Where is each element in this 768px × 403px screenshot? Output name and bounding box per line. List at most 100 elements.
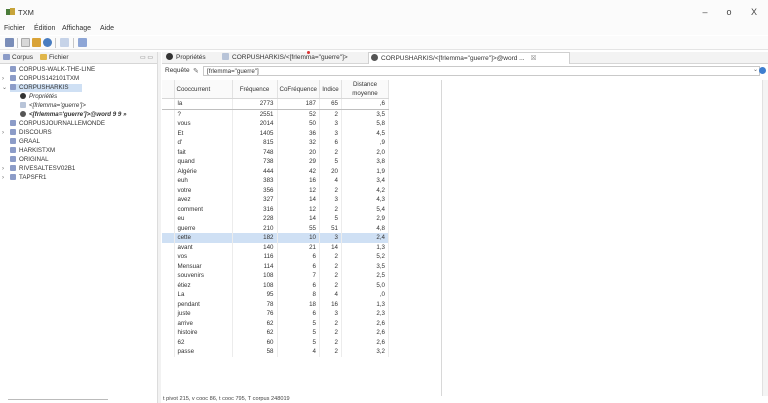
tree-item-original[interactable]: ORIGINAL: [10, 156, 150, 164]
table-row[interactable]: souvenirs 108 7 2 2,5: [162, 271, 389, 281]
tree-item-corpusjournallemonde[interactable]: CORPUSJOURNALLEMONDE: [10, 120, 150, 128]
column-header-frequence[interactable]: Fréquence: [232, 80, 278, 99]
tree-item-tapsfr1[interactable]: › TAPSFR1: [2, 174, 150, 182]
cell-cooccurrent: souvenirs: [174, 271, 233, 281]
new-file-icon[interactable]: [21, 38, 30, 47]
expand-arrow-icon[interactable]: ›: [2, 174, 8, 182]
cell-cofrequence: 6: [277, 261, 320, 271]
row-gutter: [162, 128, 175, 138]
corpus-icon: [10, 75, 16, 81]
table-tool-icon[interactable]: [60, 38, 69, 47]
query-history-dropdown-icon[interactable]: ⌄: [753, 66, 758, 73]
corpus-icon: [10, 120, 16, 126]
tree-item-corpus-walk-the-line[interactable]: CORPUS-WALK-THE-LINE: [10, 66, 150, 74]
expand-arrow-icon[interactable]: ›: [2, 75, 8, 83]
cell-indice: 2: [319, 337, 342, 347]
corpus-icon: [10, 147, 16, 153]
cell-cooccurrent: fait: [174, 147, 233, 157]
column-header-cooccurrent[interactable]: Cooccurrent: [174, 80, 233, 99]
cell-distance: 2,6: [341, 318, 389, 328]
tree-item-graal[interactable]: GRAAL: [10, 138, 150, 146]
cell-cooccurrent: Et: [174, 128, 233, 138]
row-gutter: [162, 299, 175, 309]
menu-edition[interactable]: Édition: [34, 25, 55, 32]
table-row[interactable]: la 2773 187 65,6: [162, 98, 389, 110]
menu-aide[interactable]: Aide: [100, 25, 114, 32]
row-number-header: [162, 80, 175, 99]
cell-distance: 4,5: [341, 128, 389, 138]
tree-item-corpus142101txm[interactable]: › CORPUS142101TXM: [2, 75, 150, 83]
expand-arrow-icon[interactable]: ›: [2, 165, 8, 173]
panel-splitter[interactable]: [157, 52, 161, 403]
table-row[interactable]: vous 2014 50 3 5,8: [162, 119, 389, 129]
table-row[interactable]: comment 316 12 2 5,4: [162, 204, 389, 214]
corpus-tool-icon[interactable]: [5, 38, 14, 47]
table-row[interactable]: avez 327 14 3 4,3: [162, 195, 389, 205]
minimize-button[interactable]: –: [697, 6, 713, 18]
maximize-button[interactable]: o: [721, 6, 737, 18]
query-assistant-icon[interactable]: ✎: [193, 67, 199, 75]
corpus-icon: [10, 174, 16, 180]
column-header-indice[interactable]: Indice: [319, 80, 342, 99]
toolbar-separator: [73, 38, 74, 48]
close-button[interactable]: X: [746, 6, 762, 18]
table-row[interactable]: pendant 78 18 16 1,3: [162, 299, 389, 309]
tree-item-cooccurrences[interactable]: <[frlemma='guerre']>@word 9 9 »: [20, 111, 157, 119]
tree-item-concordance[interactable]: <[frlemma='guerre']>: [20, 102, 140, 110]
table-row[interactable]: eu 228 14 5 2,9: [162, 214, 389, 224]
column-header-distance[interactable]: Distance moyenne: [341, 80, 389, 99]
tree-item-proprietes[interactable]: Propriétés: [20, 93, 140, 101]
tab-concordance[interactable]: CORPUSHARKIS/<[frlemma="guerre"]>: [220, 52, 365, 64]
table-row[interactable]: 62 60 5 2 2,6: [162, 337, 389, 347]
tree-item-rivesaltesv02b1[interactable]: › RIVESALTESV02B1: [2, 165, 150, 173]
table-row[interactable]: juste 76 6 3 2,3: [162, 309, 389, 319]
table-row[interactable]: Algérie 444 42 20 1,9: [162, 166, 389, 176]
corpus-icon: [3, 54, 10, 60]
tree-item-harkistxm[interactable]: HARKISTXM: [10, 147, 150, 155]
cooccurrence-icon: [371, 54, 378, 61]
open-folder-icon[interactable]: [32, 38, 41, 47]
tree-item-label: <[frlemma='guerre']>: [29, 102, 86, 109]
table-row[interactable]: fait 748 20 2 2,0: [162, 147, 389, 157]
column-header-cofrequence[interactable]: CoFréquence: [277, 80, 320, 99]
table-row[interactable]: La 95 8 4,0: [162, 290, 389, 300]
query-input[interactable]: [203, 66, 760, 76]
expand-arrow-icon[interactable]: ›: [2, 129, 8, 137]
menu-fichier[interactable]: Fichier: [4, 25, 25, 32]
tab-proprietes[interactable]: Propriétés: [164, 52, 220, 64]
table-row[interactable]: arrive 62 5 2 2,6: [162, 318, 389, 328]
tree-item-corpusharkis[interactable]: ⌄ CORPUSHARKIS: [2, 84, 82, 92]
cell-distance: 5,2: [341, 252, 389, 262]
table-row[interactable]: votre 356 12 2 4,2: [162, 185, 389, 195]
table-row[interactable]: passe 58 4 2 3,2: [162, 347, 389, 357]
menu-affichage[interactable]: Affichage: [62, 25, 91, 32]
close-tab-icon[interactable]: ☒: [531, 55, 537, 62]
cell-cofrequence: 10: [277, 233, 320, 243]
tab-cooccurrences[interactable]: CORPUSHARKIS/<[frlemma="guerre"]>@word .…: [368, 52, 570, 64]
table-row[interactable]: ? 2551 52 2 3,5: [162, 109, 389, 119]
table-row[interactable]: euh 383 16 4 3,4: [162, 176, 389, 186]
import-tool-icon[interactable]: [78, 38, 87, 47]
cell-cooccurrent: pendant: [174, 299, 233, 309]
collapse-arrow-icon[interactable]: ⌄: [2, 84, 8, 92]
table-row[interactable]: étiez 108 6 2 5,0: [162, 280, 389, 290]
refresh-icon[interactable]: [43, 38, 52, 47]
table-row[interactable]: d' 815 32 6,9: [162, 138, 389, 148]
panel-window-controls[interactable]: ▭ ▭: [140, 54, 153, 61]
table-row[interactable]: Et 1405 36 3 4,5: [162, 128, 389, 138]
table-row[interactable]: quand 738 29 5 3,8: [162, 157, 389, 167]
table-row[interactable]: avant 140 21 14 1,3: [162, 242, 389, 252]
table-row[interactable]: cette 182 10 3 2,4: [162, 233, 389, 243]
compute-button[interactable]: [759, 67, 766, 74]
tree-item-discours[interactable]: › DISCOURS: [2, 129, 150, 137]
table-row[interactable]: histoire 62 5 2 2,6: [162, 328, 389, 338]
cell-indice: 3: [319, 128, 342, 138]
row-gutter: [162, 261, 175, 271]
tab-corpus[interactable]: Corpus: [3, 53, 33, 63]
cell-distance: 3,5: [341, 261, 389, 271]
cell-distance: 4,2: [341, 185, 389, 195]
tab-fichier[interactable]: Fichier: [40, 53, 69, 63]
table-row[interactable]: vos 116 6 2 5,2: [162, 252, 389, 262]
table-row[interactable]: guerre 210 55 51 4,8: [162, 223, 389, 233]
table-row[interactable]: Mensuar 114 6 2 3,5: [162, 261, 389, 271]
